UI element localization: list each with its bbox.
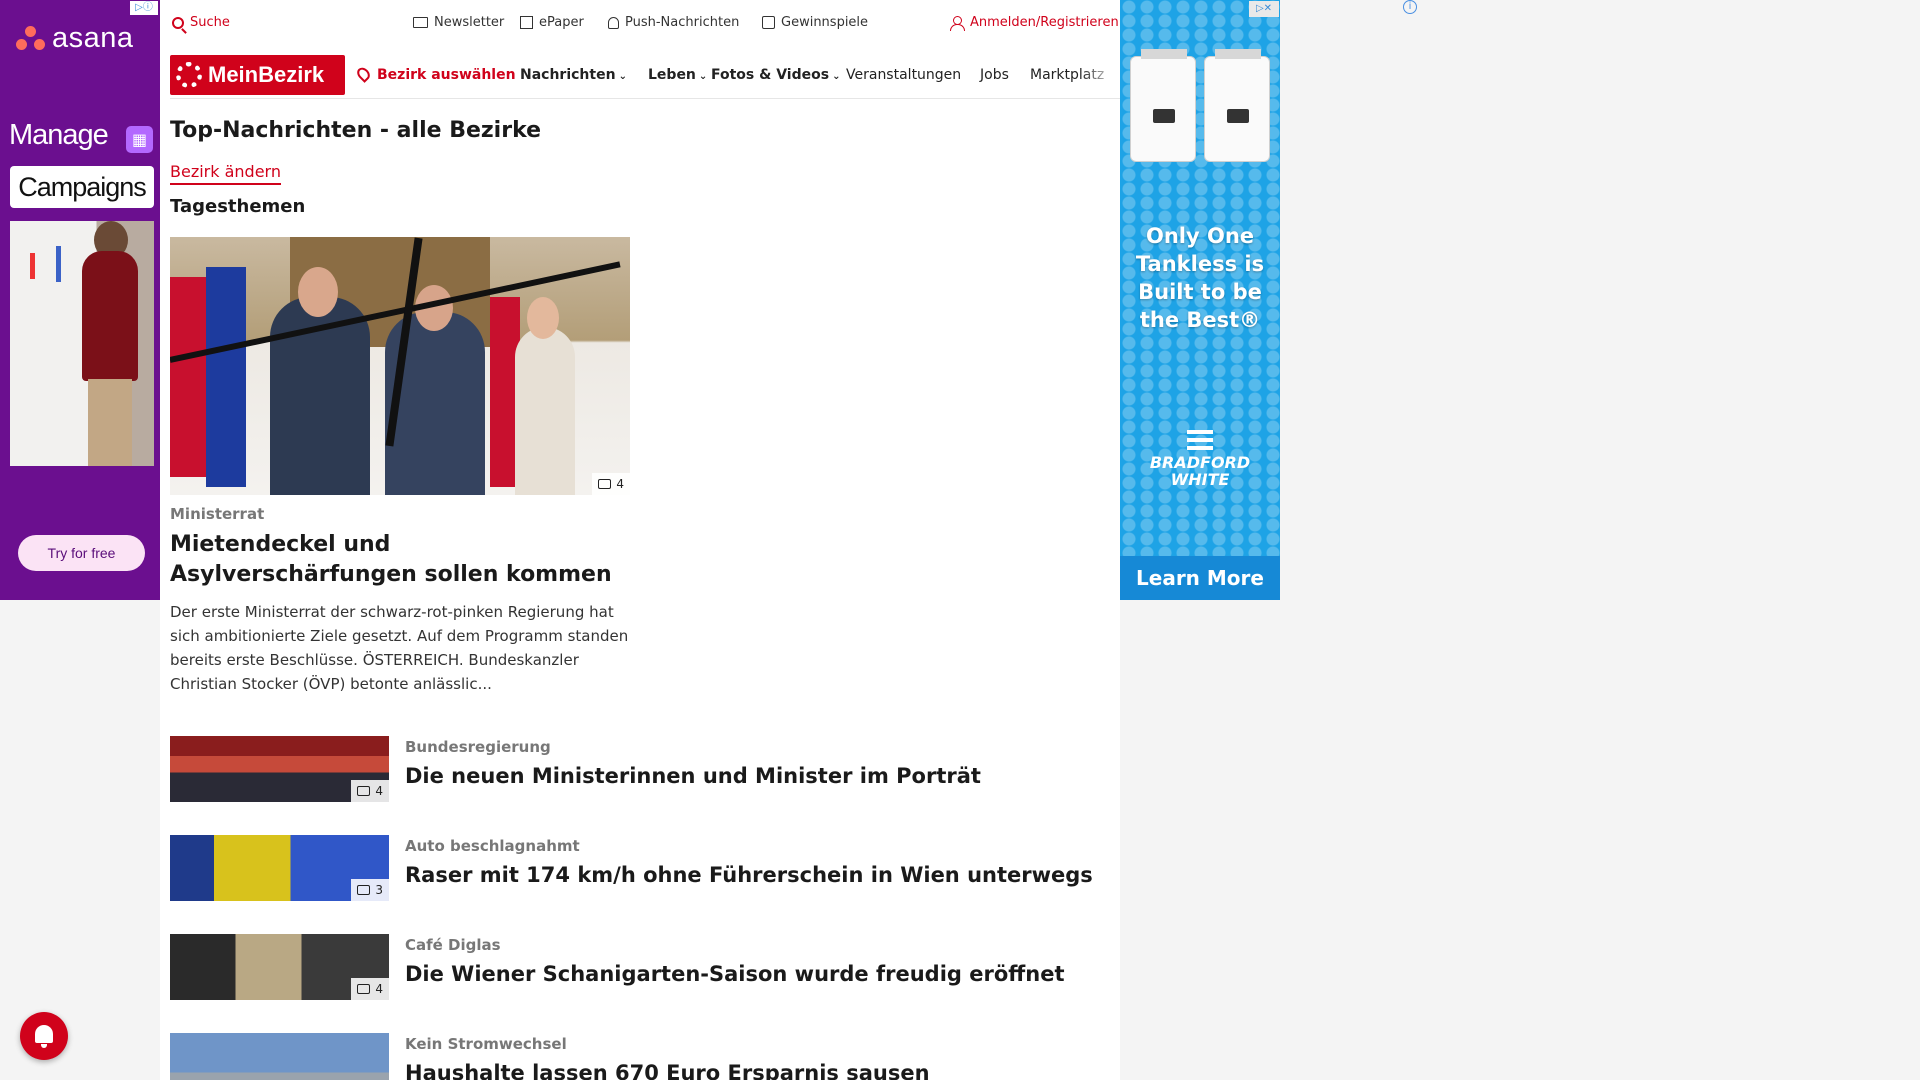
adchoices-icon[interactable]: ▷ⓘ: [130, 1, 158, 15]
lead-story-title[interactable]: Mietendeckel und Asylverschärfungen soll…: [170, 530, 640, 590]
bradford-white-logo: BRADFORD WHITE: [1120, 430, 1280, 488]
try-for-free-button[interactable]: Try for free: [18, 535, 145, 571]
notification-bell-button[interactable]: [20, 1012, 68, 1060]
location-pin-icon: [354, 65, 373, 83]
story-category: Bundesregierung: [405, 738, 551, 756]
list-item[interactable]: 4 Café Diglas Die Wiener Schanigarten-Sa…: [170, 934, 1110, 1002]
grid-icon: ▦: [126, 126, 153, 153]
ad-photo: [10, 221, 154, 466]
story-title[interactable]: Raser mit 174 km/h ohne Führerschein in …: [405, 863, 1093, 887]
search-link[interactable]: Suche: [172, 15, 230, 30]
asana-dots-icon: [16, 25, 46, 52]
photo-count-badge: 4: [592, 473, 630, 495]
story-thumbnail: [170, 1033, 389, 1080]
story-thumbnail: 3: [170, 835, 389, 901]
lead-story-image[interactable]: 4: [170, 237, 630, 495]
newsletter-link[interactable]: Newsletter: [413, 15, 504, 30]
nav-item-fotos-videos[interactable]: Fotos & Videos ⌄: [711, 67, 840, 83]
asana-ad[interactable]: ▷ⓘ asana Manage ▦ Campaigns Try for free: [0, 0, 160, 600]
lead-story-category: Ministerrat: [170, 505, 265, 523]
ad-headline-campaigns: Campaigns: [10, 166, 154, 208]
photo-count-badge: 3: [351, 879, 389, 901]
push-notifications-link[interactable]: Push-Nachrichten: [608, 15, 739, 30]
story-category: Auto beschlagnahmt: [405, 837, 580, 855]
list-item[interactable]: 4 Bundesregierung Die neuen Ministerinne…: [170, 736, 1110, 804]
ad-info-icon[interactable]: i: [1403, 0, 1417, 14]
story-category: Café Diglas: [405, 936, 501, 954]
bell-icon: [608, 16, 619, 29]
gallery-icon: [598, 479, 612, 489]
change-district-link[interactable]: Bezirk ändern: [170, 162, 281, 185]
chevron-down-icon: ⌄: [698, 71, 708, 82]
utility-bar: Suche Newsletter ePaper Push-Nachrichten…: [170, 0, 1120, 46]
story-category: Kein Stromwechsel: [405, 1035, 567, 1053]
asana-logo: asana: [16, 22, 134, 55]
nav-fade: [1080, 55, 1120, 95]
bradford-white-ad[interactable]: ▷✕ Only One Tankless is Built to be the …: [1120, 0, 1280, 600]
gallery-icon: [357, 885, 371, 895]
ad-close-icon[interactable]: ▷✕: [1249, 1, 1279, 17]
water-heater-image: [1204, 49, 1270, 162]
photo-count-badge: 4: [351, 978, 389, 1000]
nav-item-jobs[interactable]: Jobs: [980, 67, 1009, 83]
gallery-icon: [357, 984, 371, 994]
gift-icon: [762, 16, 775, 29]
page-title: Top-Nachrichten - alle Bezirke: [170, 118, 542, 143]
list-item[interactable]: 3 Auto beschlagnahmt Raser mit 174 km/h …: [170, 835, 1110, 903]
meinbezirk-logo[interactable]: MeinBezirk: [170, 55, 345, 95]
water-heater-image: [1130, 49, 1196, 162]
main-navigation: MeinBezirk Bezirk auswählen Nachrichten ⌄…: [170, 55, 1120, 99]
search-icon: [172, 16, 184, 29]
login-link[interactable]: Anmelden/Registrieren: [950, 15, 1119, 31]
ad-headline: Only One Tankless is Built to be the Bes…: [1135, 224, 1265, 332]
mail-icon: [413, 17, 428, 28]
gallery-icon: [357, 786, 371, 796]
story-title[interactable]: Haushalte lassen 670 Euro Ersparnis saus…: [405, 1061, 930, 1080]
main-content: Suche Newsletter ePaper Push-Nachrichten…: [160, 0, 1120, 1080]
logo-sun-icon: [176, 62, 202, 88]
list-item[interactable]: Kein Stromwechsel Haushalte lassen 670 E…: [170, 1033, 1110, 1080]
story-thumbnail: 4: [170, 934, 389, 1000]
newspaper-icon: [520, 16, 533, 29]
brand-mark-icon: [1187, 430, 1213, 450]
section-title: Tagesthemen: [170, 196, 306, 217]
story-title[interactable]: Die neuen Ministerinnen und Minister im …: [405, 764, 981, 788]
user-icon: [950, 15, 965, 31]
nav-item-nachrichten[interactable]: Nachrichten ⌄: [520, 67, 627, 83]
bell-icon: [35, 1025, 53, 1043]
nav-item-veranstaltungen[interactable]: Veranstaltungen: [846, 67, 961, 83]
epaper-link[interactable]: ePaper: [520, 15, 584, 30]
ad-headline-manage: Manage: [9, 119, 109, 151]
chevron-down-icon: ⌄: [618, 71, 627, 82]
story-title[interactable]: Die Wiener Schanigarten-Saison wurde fre…: [405, 962, 1065, 986]
district-select-button[interactable]: Bezirk auswählen: [354, 65, 516, 83]
lead-story-teaser: Der erste Ministerrat der schwarz-rot-pi…: [170, 603, 629, 693]
learn-more-button[interactable]: Learn More: [1120, 556, 1280, 600]
story-thumbnail: 4: [170, 736, 389, 802]
chevron-down-icon: ⌄: [832, 71, 841, 82]
nav-item-leben[interactable]: Leben ⌄: [648, 67, 707, 83]
contests-link[interactable]: Gewinnspiele: [762, 15, 868, 30]
photo-count-badge: 4: [351, 780, 389, 802]
